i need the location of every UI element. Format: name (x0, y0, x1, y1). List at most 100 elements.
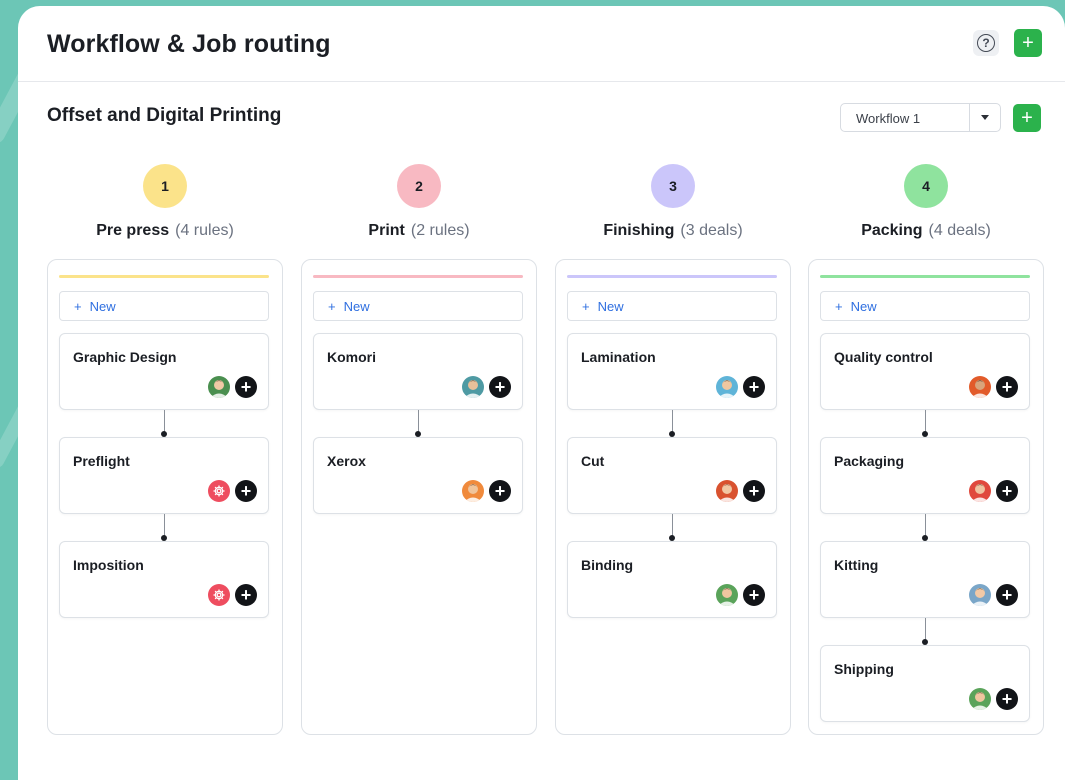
stage-column: + New Quality control + Packaging + Kitting + Sh… (808, 259, 1044, 735)
stage-color-bar (567, 275, 777, 278)
task-card[interactable]: Cut + (567, 437, 777, 514)
add-assignee-button[interactable]: + (996, 376, 1018, 398)
task-name: Cut (581, 453, 605, 469)
stage-column: + New Komori + Xerox + (301, 259, 537, 735)
new-task-button[interactable]: + New (567, 291, 777, 321)
add-assignee-button[interactable]: + (996, 480, 1018, 502)
add-assignee-button[interactable]: + (996, 584, 1018, 606)
gear-icon[interactable] (208, 584, 230, 606)
task-card[interactable]: Graphic Design + (59, 333, 269, 410)
stage-header: Packing (4 deals) (808, 222, 1044, 240)
top-bar: Workflow & Job routing ? + (18, 6, 1065, 82)
workflow-select[interactable]: Workflow 1 (840, 103, 1001, 132)
stage-column: + New Lamination + Cut + Binding + (555, 259, 791, 735)
task-connector (922, 514, 928, 541)
stage-count: (4 deals) (928, 222, 991, 239)
stage-number-badge: 3 (651, 164, 695, 208)
avatar[interactable] (462, 376, 484, 398)
new-task-label: New (89, 298, 116, 314)
new-task-label: New (343, 298, 370, 314)
task-name: Komori (327, 349, 376, 365)
add-assignee-button[interactable]: + (743, 376, 765, 398)
add-assignee-button[interactable]: + (743, 480, 765, 502)
task-card[interactable]: Preflight + (59, 437, 269, 514)
plus-icon: + (328, 298, 336, 314)
help-button[interactable]: ? (973, 30, 999, 56)
task-card[interactable]: Kitting + (820, 541, 1030, 618)
avatar[interactable] (716, 376, 738, 398)
stage-count: (3 deals) (680, 222, 743, 239)
stage-color-bar (313, 275, 523, 278)
new-task-label: New (850, 298, 877, 314)
help-icon: ? (977, 34, 995, 52)
task-name: Preflight (73, 453, 130, 469)
workflow-select-value: Workflow 1 (856, 111, 921, 126)
add-assignee-button[interactable]: + (996, 688, 1018, 710)
task-connector (161, 514, 167, 541)
workflow-panel: Workflow & Job routing ? + Offset and Di… (18, 6, 1065, 780)
avatar[interactable] (208, 376, 230, 398)
avatar[interactable] (969, 480, 991, 502)
stage-count: (4 rules) (175, 222, 234, 239)
task-connector (669, 514, 675, 541)
task-connector (161, 410, 167, 437)
add-assignee-button[interactable]: + (235, 480, 257, 502)
add-assignee-button[interactable]: + (743, 584, 765, 606)
task-card[interactable]: Lamination + (567, 333, 777, 410)
stage-name: Pre press (96, 222, 170, 239)
add-workflow-button[interactable]: + (1014, 29, 1042, 57)
task-connector (922, 618, 928, 645)
add-assignee-button[interactable]: + (235, 584, 257, 606)
task-name: Lamination (581, 349, 656, 365)
gear-icon[interactable] (208, 480, 230, 502)
stage-count: (2 rules) (410, 222, 470, 239)
plus-icon: + (835, 298, 843, 314)
stage-name: Packing (861, 222, 923, 239)
task-card[interactable]: Imposition + (59, 541, 269, 618)
stage-name: Finishing (603, 222, 675, 239)
avatar[interactable] (969, 688, 991, 710)
new-task-button[interactable]: + New (820, 291, 1030, 321)
task-card[interactable]: Quality control + (820, 333, 1030, 410)
task-connector (669, 410, 675, 437)
stage-color-bar (59, 275, 269, 278)
avatar[interactable] (716, 480, 738, 502)
task-card[interactable]: Komori + (313, 333, 523, 410)
task-connector (415, 410, 421, 437)
stage-header: Finishing (3 deals) (555, 222, 791, 240)
task-name: Imposition (73, 557, 144, 573)
avatar[interactable] (462, 480, 484, 502)
add-assignee-button[interactable]: + (489, 376, 511, 398)
stage-name: Print (368, 222, 405, 239)
task-name: Graphic Design (73, 349, 177, 365)
task-name: Packaging (834, 453, 905, 469)
plus-icon: + (74, 298, 82, 314)
avatar[interactable] (716, 584, 738, 606)
page-title: Workflow & Job routing (47, 30, 331, 58)
stage-number-badge: 1 (143, 164, 187, 208)
add-assignee-button[interactable]: + (489, 480, 511, 502)
workflow-name: Offset and Digital Printing (47, 105, 282, 126)
task-name: Xerox (327, 453, 366, 469)
new-task-button[interactable]: + New (313, 291, 523, 321)
plus-icon: + (582, 298, 590, 314)
select-divider (969, 104, 970, 131)
task-card[interactable]: Shipping + (820, 645, 1030, 722)
stage-number-badge: 2 (397, 164, 441, 208)
stage-color-bar (820, 275, 1030, 278)
avatar[interactable] (969, 584, 991, 606)
stage-header: Print (2 rules) (301, 222, 537, 240)
new-task-button[interactable]: + New (59, 291, 269, 321)
new-task-label: New (597, 298, 624, 314)
task-name: Shipping (834, 661, 894, 677)
task-card[interactable]: Xerox + (313, 437, 523, 514)
task-card[interactable]: Packaging + (820, 437, 1030, 514)
add-assignee-button[interactable]: + (235, 376, 257, 398)
task-name: Binding (581, 557, 634, 573)
task-card[interactable]: Binding + (567, 541, 777, 618)
stage-header: Pre press (4 rules) (47, 222, 283, 240)
avatar[interactable] (969, 376, 991, 398)
caret-down-icon[interactable] (981, 115, 989, 120)
task-connector (922, 410, 928, 437)
add-stage-button[interactable]: + (1013, 104, 1041, 132)
